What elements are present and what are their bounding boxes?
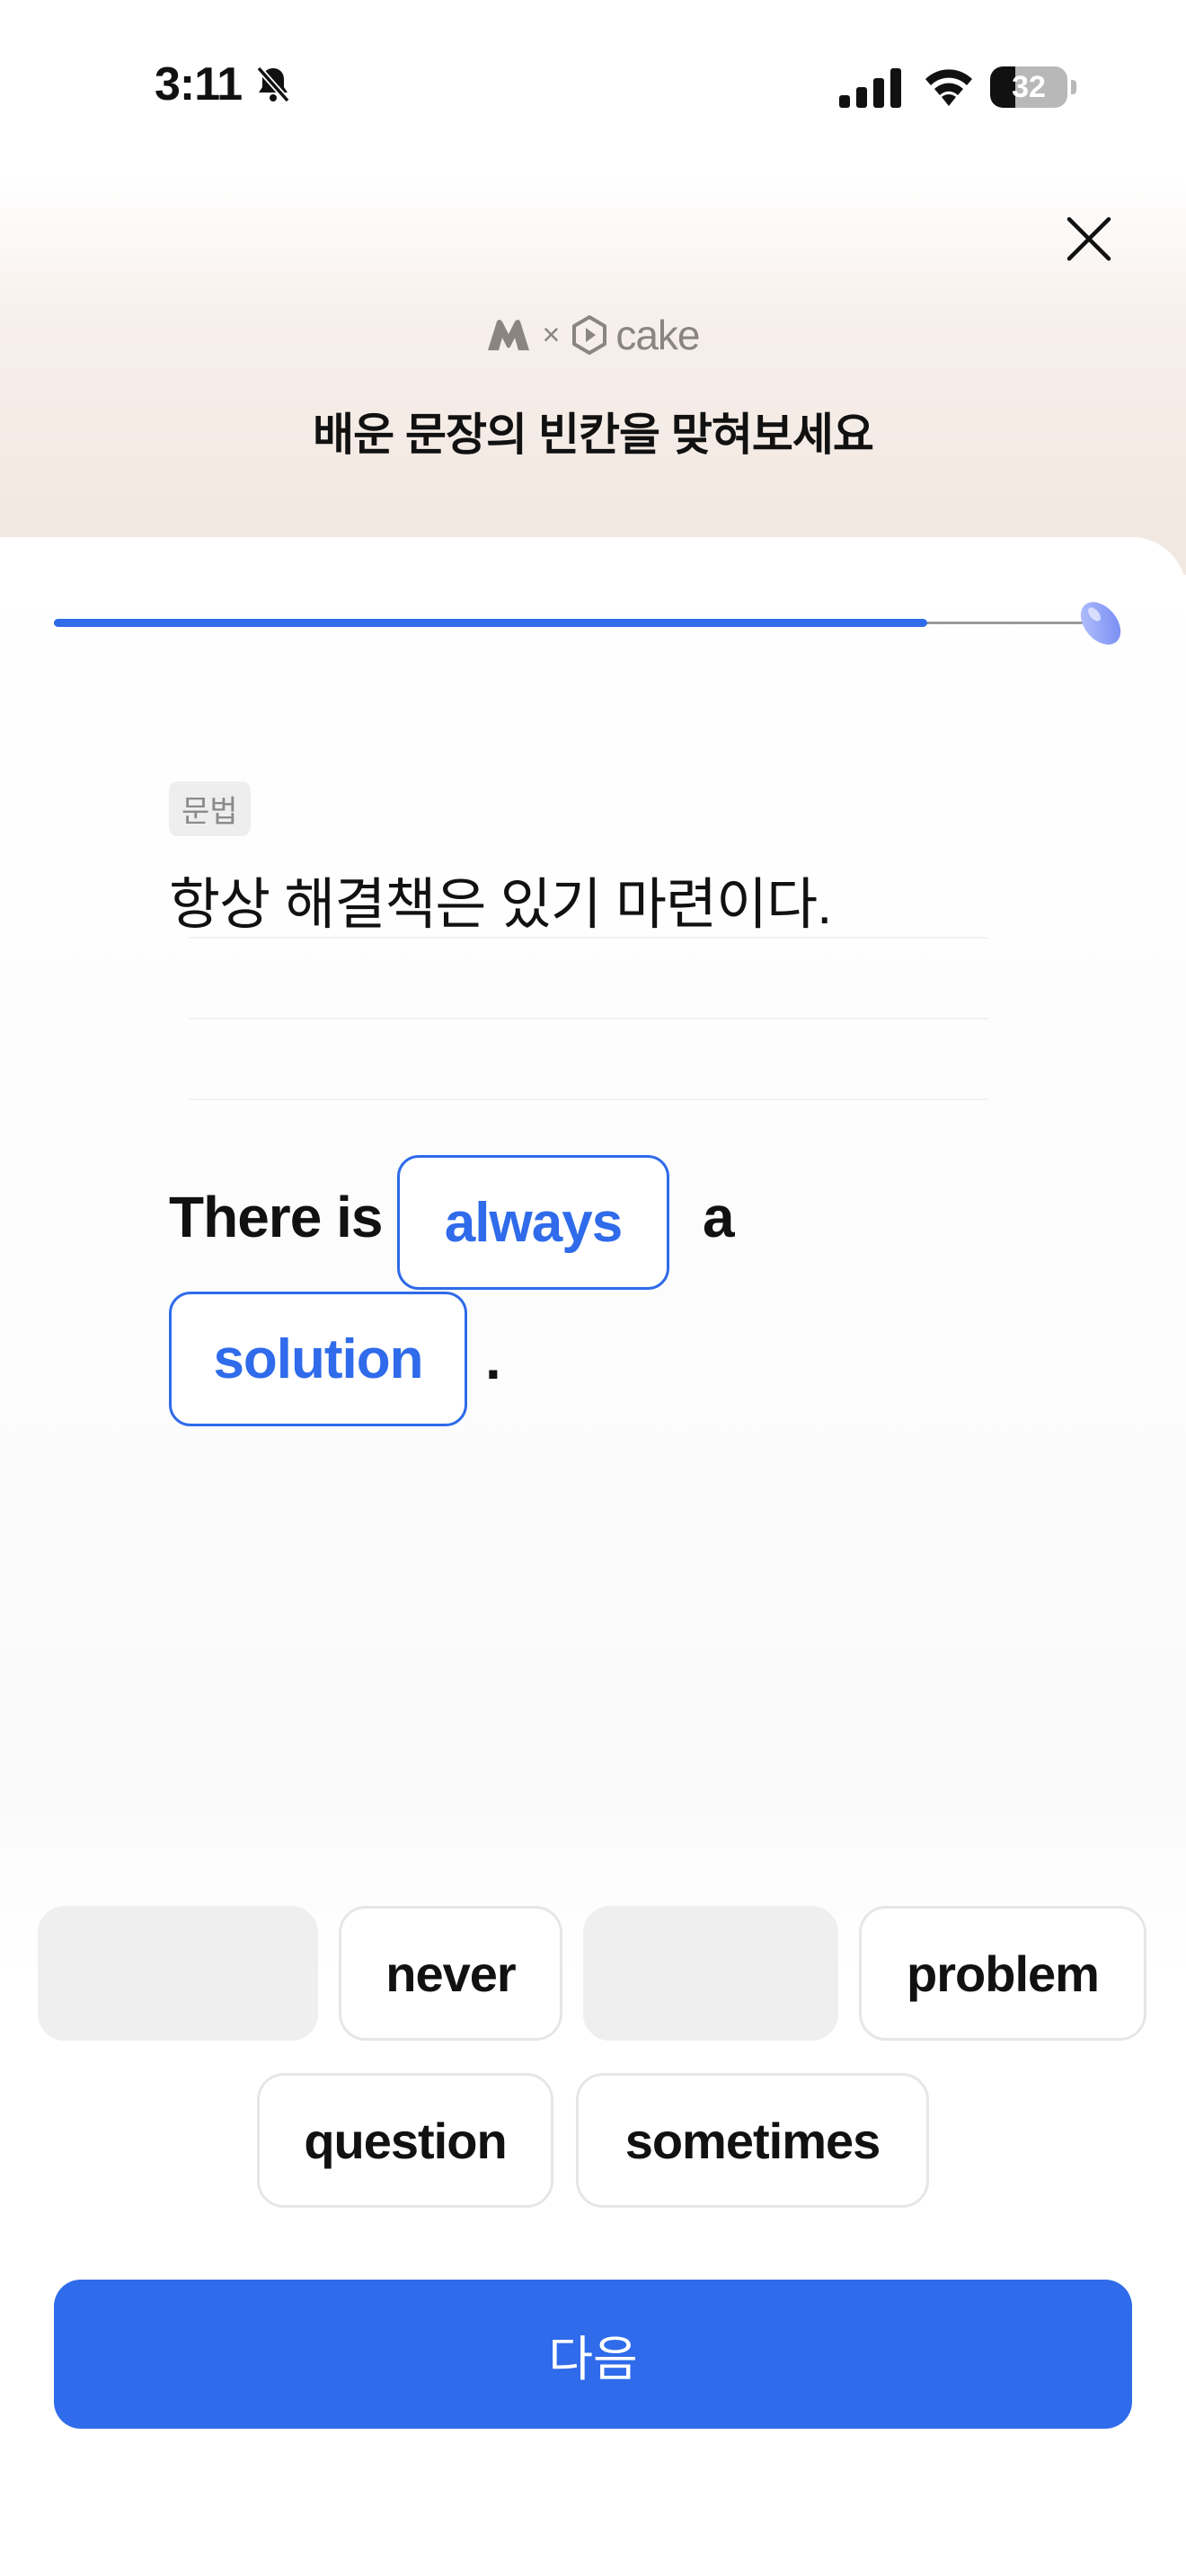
battery-level: 32 [1012,70,1046,104]
battery-icon: 32 [990,66,1078,108]
answer-blank-2[interactable]: solution [169,1292,467,1426]
page-title: 배운 문장의 빈칸을 맞혀보세요 [313,410,874,460]
divider-line [189,1018,988,1019]
category-badge: 문법 [169,781,251,836]
word-tile-used [38,1906,318,2041]
status-time: 3:11 [155,58,243,110]
next-button[interactable]: 다음 [54,2280,1132,2429]
brand-separator: × [542,317,561,352]
sentence-text: There is [169,1185,383,1249]
brand-name: cake [615,312,700,358]
divider-line [189,937,988,939]
word-tile-never[interactable]: never [339,1906,562,2041]
divider-line [189,1098,988,1100]
close-button[interactable] [1060,210,1118,268]
word-tile-problem[interactable]: problem [859,1906,1146,2041]
answer-blank-1[interactable]: always [397,1155,669,1290]
word-tile-question[interactable]: question [257,2073,553,2208]
progress-fill [54,619,927,627]
m-logo-icon [488,320,530,350]
bean-icon [1080,602,1121,645]
bell-slash-icon [256,66,290,103]
cake-play-icon [572,315,607,355]
sentence-period: . [485,1327,501,1391]
korean-sentence: 항상 해결책은 있기 마련이다. [169,874,832,936]
word-tile-sometimes[interactable]: sometimes [576,2073,929,2208]
wifi-icon [925,69,972,106]
signal-icon [839,68,901,108]
content-sheet [0,537,1186,2576]
word-tile-used [583,1906,838,2041]
brand-logo: × cake [0,311,1186,361]
status-bar: 3:11 32 [0,0,1186,171]
sentence-text: a [703,1185,735,1249]
